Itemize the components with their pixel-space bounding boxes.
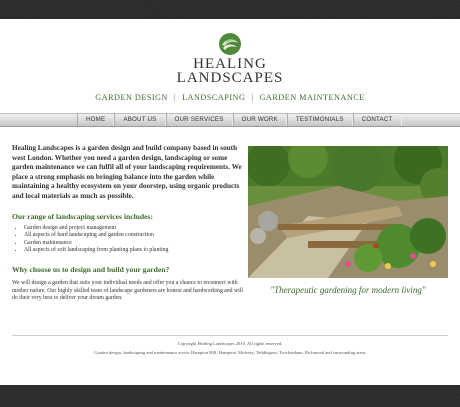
top-texture-band	[0, 0, 460, 19]
swirl-logo-icon	[219, 33, 241, 55]
footer-divider	[12, 335, 448, 336]
why-heading: Why choose us to design and build your g…	[12, 265, 170, 274]
service-subnav: GARDEN DESIGN | LANDSCAPING | GARDEN MAINTEN…	[0, 93, 460, 102]
subnav-garden-maintenance[interactable]: GARDEN MAINTENANCE	[260, 93, 365, 102]
services-heading: Our range of landscaping services includ…	[12, 212, 153, 221]
main-menu-bar: HOME ABOUT US OUR SERVICES OUR WORK TEST…	[0, 113, 460, 127]
bottom-texture-band	[0, 385, 460, 407]
why-paragraph: We will design a garden that suits your …	[12, 280, 243, 302]
menu-item-about-us[interactable]: ABOUT US	[114, 114, 166, 126]
footer-service-areas: Garden design, landscaping and maintenan…	[94, 350, 366, 355]
services-list: Garden design and project management All…	[12, 225, 256, 255]
footer-copyright: Copyright Healing Landscapes 2010. All r…	[177, 341, 283, 346]
subnav-separator: |	[251, 93, 254, 102]
menu-item-home[interactable]: HOME	[77, 114, 115, 126]
menu-item-our-work[interactable]: OUR WORK	[232, 114, 287, 126]
brand-name-line2: LANDSCAPES	[176, 70, 284, 86]
intro-paragraph: Healing Landscapes is a garden design an…	[12, 144, 242, 200]
subnav-separator: |	[173, 93, 177, 102]
page-container: HEALING LANDSCAPES GARDEN DESIGN | LANDSCA…	[0, 19, 460, 385]
garden-photo	[248, 146, 448, 278]
menu-item-contact[interactable]: CONTACT	[352, 114, 402, 126]
menu-item-our-services[interactable]: OUR SERVICES	[165, 114, 233, 126]
subnav-landscaping[interactable]: LANDSCAPING	[182, 93, 245, 102]
main-menu: HOME ABOUT US OUR SERVICES OUR WORK TEST…	[77, 114, 402, 126]
tagline-quote: "Therapeutic gardening for modern living…	[270, 285, 426, 295]
list-item: All aspects of hard landscaping and gard…	[24, 232, 256, 239]
list-item: All aspects of soft landscaping from pla…	[24, 247, 256, 254]
subnav-garden-design[interactable]: GARDEN DESIGN	[95, 93, 168, 102]
menu-item-testimonials[interactable]: TESTIMONIALS	[286, 114, 353, 126]
